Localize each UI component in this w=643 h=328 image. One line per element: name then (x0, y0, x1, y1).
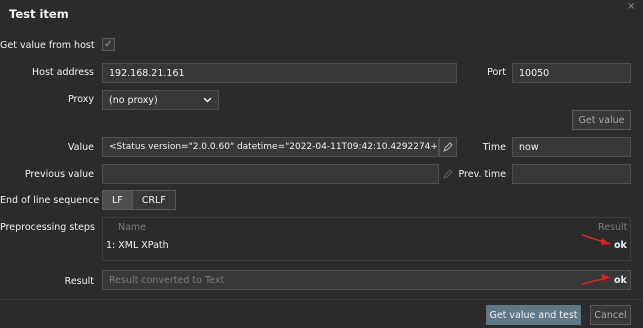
proxy-select[interactable]: (no proxy) (102, 90, 219, 110)
time-value: now (519, 141, 539, 153)
preprocessing-column-name: Name (118, 222, 147, 233)
preprocessing-table (102, 217, 631, 261)
annotation-arrows (581, 234, 611, 285)
host-address-value: 192.168.21.161 (109, 67, 185, 79)
cancel-button[interactable]: Cancel (590, 305, 631, 325)
get-value-from-host-label: Get value from host (0, 40, 95, 51)
proxy-selected-value: (no proxy) (109, 94, 158, 106)
get-value-and-test-button[interactable]: Get value and test (486, 305, 581, 325)
time-label: Time (482, 142, 506, 153)
proxy-label: Proxy (67, 94, 94, 105)
port-label: Port (487, 67, 506, 78)
value-label: Value (67, 142, 94, 153)
chevron-down-icon (203, 97, 212, 103)
get-value-button[interactable]: Get value (572, 110, 631, 130)
result-output: Result converted to Text (102, 270, 631, 290)
value-input[interactable]: <Status version="2.0.0.60" datetime="202… (102, 137, 439, 157)
prev-time-input[interactable] (512, 164, 631, 184)
dialog-title: Test item (9, 7, 69, 21)
get-value-from-host-checkbox[interactable]: ✓ (102, 38, 115, 51)
result-placeholder: Result converted to Text (109, 274, 225, 286)
value-text: <Status version="2.0.0.60" datetime="202… (109, 142, 439, 152)
eol-segmented-control: LF CRLF (102, 190, 176, 210)
previous-value-input[interactable] (102, 164, 439, 184)
arrow-icon (581, 274, 611, 285)
eol-option-crlf[interactable]: CRLF (131, 191, 175, 209)
result-label: Result (64, 276, 94, 287)
time-input[interactable]: now (512, 137, 631, 157)
eol-option-lf[interactable]: LF (103, 191, 132, 209)
previous-value-label: Previous value (24, 169, 94, 180)
prev-time-label: Prev. time (458, 169, 507, 180)
host-address-label: Host address (32, 67, 94, 78)
footer-divider (0, 299, 643, 300)
port-value: 10050 (519, 67, 550, 79)
eol-label: End of line sequence (0, 195, 100, 206)
result-status: ok (614, 275, 627, 286)
port-input[interactable]: 10050 (512, 63, 631, 83)
arrow-icon (581, 234, 611, 245)
host-address-input[interactable]: 192.168.21.161 (102, 63, 457, 83)
close-icon[interactable]: × (627, 1, 635, 12)
preprocessing-label: Preprocessing steps (0, 222, 95, 233)
preprocessing-step-result: ok (614, 240, 627, 251)
checkmark-icon: ✓ (104, 38, 113, 50)
preprocessing-step-name: 1: XML XPath (106, 240, 169, 251)
